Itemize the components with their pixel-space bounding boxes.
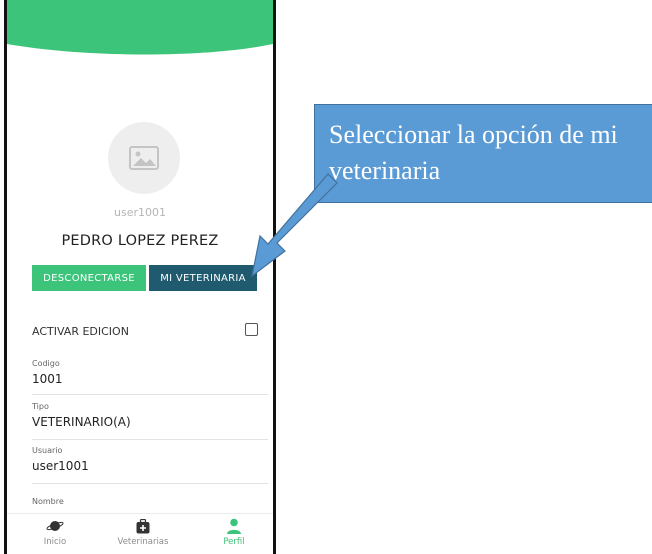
username-label: user1001 bbox=[114, 206, 166, 219]
phone-screen: user1001 PEDRO LOPEZ PEREZ DESCONECTARSE… bbox=[4, 0, 276, 554]
field-label: Nombre bbox=[32, 497, 64, 506]
instruction-callout: Seleccionar la opción de mi veterinaria bbox=[314, 104, 652, 203]
field-label: Usuario bbox=[32, 446, 63, 455]
nav-item-veterinarias[interactable]: Veterinarias bbox=[103, 518, 183, 547]
full-name: PEDRO LOPEZ PEREZ bbox=[61, 233, 219, 249]
field-value: user1001 bbox=[32, 459, 89, 473]
nav-label: Veterinarias bbox=[117, 537, 169, 547]
my-vet-button[interactable]: MI VETERINARIA bbox=[149, 265, 257, 291]
medical-kit-icon bbox=[136, 518, 150, 533]
nav-label: Inicio bbox=[43, 537, 67, 547]
image-placeholder-icon bbox=[129, 146, 159, 170]
field-tipo[interactable]: Tipo VETERINARIO(A) bbox=[32, 402, 268, 440]
edit-checkbox[interactable] bbox=[245, 323, 258, 336]
field-codigo[interactable]: Codigo 1001 bbox=[32, 359, 268, 395]
field-label: Codigo bbox=[32, 359, 60, 368]
field-value: 1001 bbox=[32, 372, 63, 386]
avatar[interactable] bbox=[108, 122, 180, 194]
person-icon bbox=[227, 518, 241, 534]
nav-item-inicio[interactable]: Inicio bbox=[15, 518, 95, 547]
nav-item-perfil[interactable]: Perfil bbox=[194, 518, 273, 547]
field-usuario[interactable]: Usuario user1001 bbox=[32, 446, 268, 484]
bottom-nav: Inicio Veterinarias Perfil bbox=[7, 513, 273, 554]
planet-icon bbox=[46, 521, 64, 531]
field-label: Tipo bbox=[32, 402, 49, 411]
nav-label: Perfil bbox=[223, 537, 245, 547]
field-value: VETERINARIO(A) bbox=[32, 415, 131, 429]
disconnect-button[interactable]: DESCONECTARSE bbox=[32, 265, 146, 291]
edit-toggle-label: ACTIVAR EDICION bbox=[32, 325, 129, 338]
callout-text: Seleccionar la opción de mi veterinaria bbox=[329, 120, 618, 185]
header-wave bbox=[7, 0, 273, 55]
